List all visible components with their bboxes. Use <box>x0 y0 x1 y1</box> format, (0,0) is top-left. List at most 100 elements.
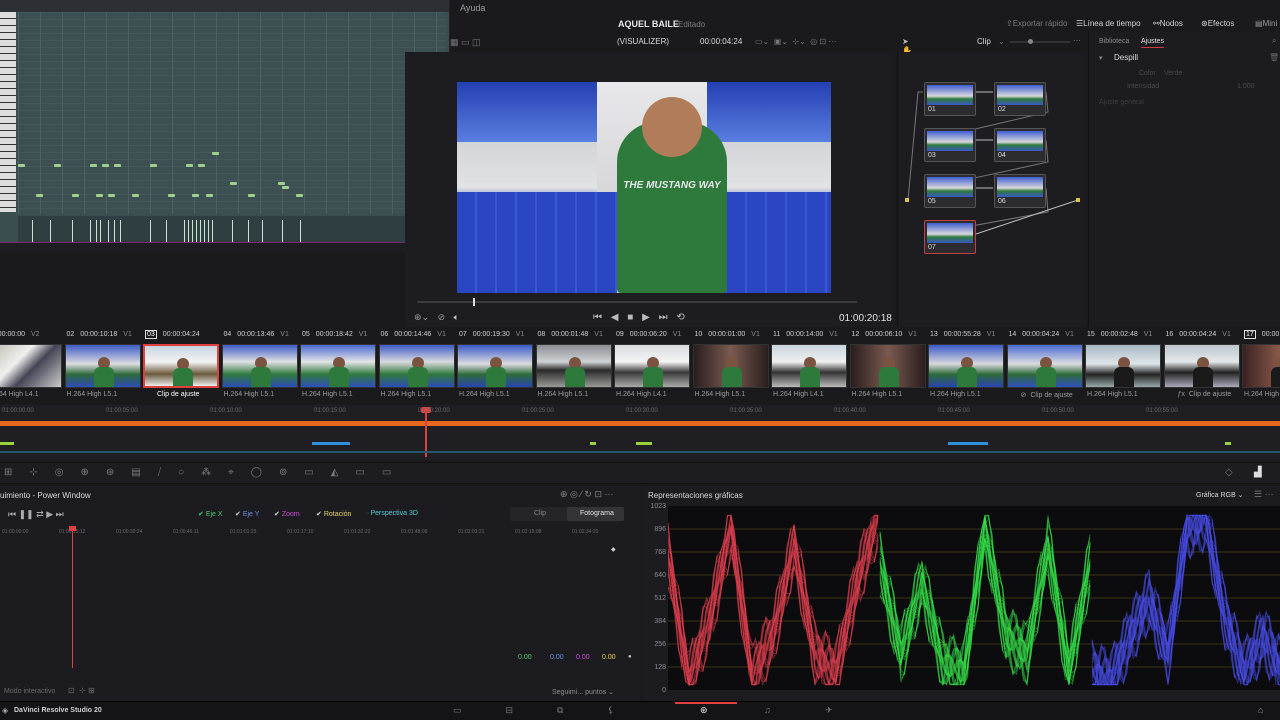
clip-thumbnail[interactable] <box>1163 344 1240 388</box>
midi-note[interactable] <box>248 194 255 197</box>
midi-note[interactable] <box>108 194 115 197</box>
midi-note[interactable] <box>296 194 303 197</box>
viewer-scrubber[interactable] <box>417 298 857 306</box>
clip-thumbnail[interactable] <box>771 344 847 388</box>
node-07[interactable]: 07 <box>924 220 976 254</box>
clip-thumbnail[interactable] <box>143 344 219 388</box>
zoom-slider[interactable] <box>1010 39 1070 44</box>
node-06[interactable]: 06 <box>994 174 1046 208</box>
node-04[interactable]: 04 <box>994 128 1046 162</box>
midi-note[interactable] <box>186 164 193 167</box>
velocity-bar[interactable] <box>248 220 249 242</box>
velocity-bar[interactable] <box>184 220 185 242</box>
clip-thumbnail[interactable] <box>928 344 1004 388</box>
node-02[interactable]: 02 <box>994 82 1046 116</box>
midi-note[interactable] <box>150 164 157 167</box>
menu-help[interactable]: Ayuda <box>460 3 485 13</box>
scope-options-icon[interactable]: ☰ ⋯ <box>1254 489 1274 500</box>
midi-note[interactable] <box>168 194 175 197</box>
color-select[interactable]: Verde <box>1164 70 1182 77</box>
marker-green[interactable] <box>590 442 596 445</box>
play-icon[interactable]: ▶ <box>642 312 650 323</box>
midi-note[interactable] <box>192 194 199 197</box>
tracker-playhead-handle[interactable] <box>69 526 76 531</box>
viewer-left-controls[interactable]: ⊕⌄ ⊘ 🔈︎ <box>414 312 459 323</box>
quick-export-button[interactable]: ⇪ Exportar rápido <box>1006 19 1067 28</box>
clip-thumbnail[interactable] <box>1006 344 1083 388</box>
chevron-down-icon[interactable]: ⌄ <box>998 37 1005 46</box>
scope-mode-select[interactable]: Gráfica RGB ⌄ <box>1196 491 1244 499</box>
timeline-playhead[interactable] <box>425 407 427 457</box>
intensity-value[interactable]: 1.000 <box>1237 83 1255 90</box>
midi-note[interactable] <box>206 194 213 197</box>
velocity-bar[interactable] <box>50 220 51 242</box>
velocity-bar[interactable] <box>72 220 73 242</box>
midi-note[interactable] <box>282 186 289 189</box>
mini-button[interactable]: ▤ Mini <box>1255 19 1277 28</box>
midi-note[interactable] <box>114 164 121 167</box>
midi-note[interactable] <box>54 164 61 167</box>
panel-tools-icon[interactable]: ⊕ ◎ ⁄ ↻ ⊡ ⋯ <box>560 489 613 500</box>
trash-icon[interactable]: 🗑︎ <box>1269 53 1279 62</box>
midi-note[interactable] <box>278 182 285 185</box>
check-zoom[interactable]: ✔ Zoom <box>274 510 300 518</box>
node-editor[interactable]: 01 02 03 04 05 06 07 <box>897 52 1087 327</box>
prev-frame-icon[interactable]: ◀ <box>611 312 619 323</box>
velocity-bar[interactable] <box>32 220 33 242</box>
velocity-bar[interactable] <box>208 220 209 242</box>
piano-keys[interactable] <box>0 12 16 212</box>
midi-note[interactable] <box>198 164 205 167</box>
marker-blue[interactable] <box>948 442 988 445</box>
viewer-frame[interactable]: THE MUSTANG WAY <box>457 82 831 293</box>
nodes-button[interactable]: ⚯ Nodos <box>1153 19 1183 28</box>
clip-thumbnail[interactable] <box>221 344 298 388</box>
node-03[interactable]: 03 <box>924 128 976 162</box>
frame-toggle[interactable]: Fotograma <box>580 510 614 517</box>
audio-track[interactable] <box>0 451 1280 453</box>
midi-note[interactable] <box>102 164 109 167</box>
palette-icons[interactable]: ⊞⊹◎⊕⊛▤⧸○⁂⌖◯⊚▭◭▭▭ <box>4 467 408 478</box>
viewer-tools-icon[interactable]: ▭⌄ ▣⌄ ⊹⌄ ◎ ⊡ ⋯ <box>755 37 836 46</box>
midi-note[interactable] <box>230 182 237 185</box>
node-05[interactable]: 05 <box>924 174 976 208</box>
midi-note[interactable] <box>90 164 97 167</box>
velocity-bar[interactable] <box>100 220 101 242</box>
clip-thumbnail[interactable] <box>1242 344 1280 388</box>
home-icon[interactable]: ⌂ <box>1258 705 1263 715</box>
velocity-bar[interactable] <box>262 220 263 242</box>
marker-green[interactable] <box>0 442 14 445</box>
clip-thumbnail[interactable] <box>300 344 376 388</box>
loop-icon[interactable]: ⊘ <box>438 312 446 322</box>
chevron-down-icon[interactable]: ⌄ <box>662 37 669 46</box>
velocity-bar[interactable] <box>282 220 283 242</box>
global-section[interactable]: Ajuste general <box>1099 99 1144 106</box>
velocity-bar[interactable] <box>96 220 97 242</box>
expand-icon[interactable]: ▾ <box>1099 54 1103 62</box>
velocity-bar[interactable] <box>300 220 301 242</box>
node-output[interactable] <box>1076 198 1080 202</box>
check-perspective[interactable]: ▫ Perspectiva 3D <box>366 510 418 517</box>
clip-selector[interactable]: Clip <box>977 37 991 46</box>
clip-thumbnail[interactable] <box>849 344 926 388</box>
clip-thumbnail[interactable] <box>614 344 690 388</box>
keyframe-icon[interactable]: ◇ <box>1225 467 1233 478</box>
keyframe-dot[interactable]: ◆ <box>611 546 616 553</box>
timeline-video-track[interactable] <box>0 421 1280 426</box>
clip-thumbnail[interactable] <box>0 344 62 388</box>
scrubber-handle[interactable] <box>473 298 475 306</box>
stop-icon[interactable]: ■ <box>627 312 633 323</box>
velocity-bar[interactable] <box>232 220 233 242</box>
clip-thumbnail[interactable] <box>378 344 455 388</box>
skip-back-icon[interactable]: ⏮︎ <box>593 312 602 323</box>
effects-button[interactable]: ⊛ Efectos <box>1201 19 1234 28</box>
interactive-mode-icons[interactable]: ⊡ ⊹ ⊞ <box>68 686 95 695</box>
layout-icon[interactable]: ▦ ▭ ◫ <box>450 37 481 48</box>
velocity-bar[interactable] <box>90 220 91 242</box>
clip-toggle[interactable]: Clip <box>534 510 546 517</box>
tracker-playhead[interactable] <box>72 528 73 668</box>
zoom-slider-handle[interactable] <box>1028 39 1033 44</box>
check-rotation[interactable]: ✔ Rotación <box>316 510 351 518</box>
velocity-bar[interactable] <box>114 220 115 242</box>
velocity-bar[interactable] <box>150 220 151 242</box>
loop-playback-icon[interactable]: ⟲ <box>676 312 684 323</box>
